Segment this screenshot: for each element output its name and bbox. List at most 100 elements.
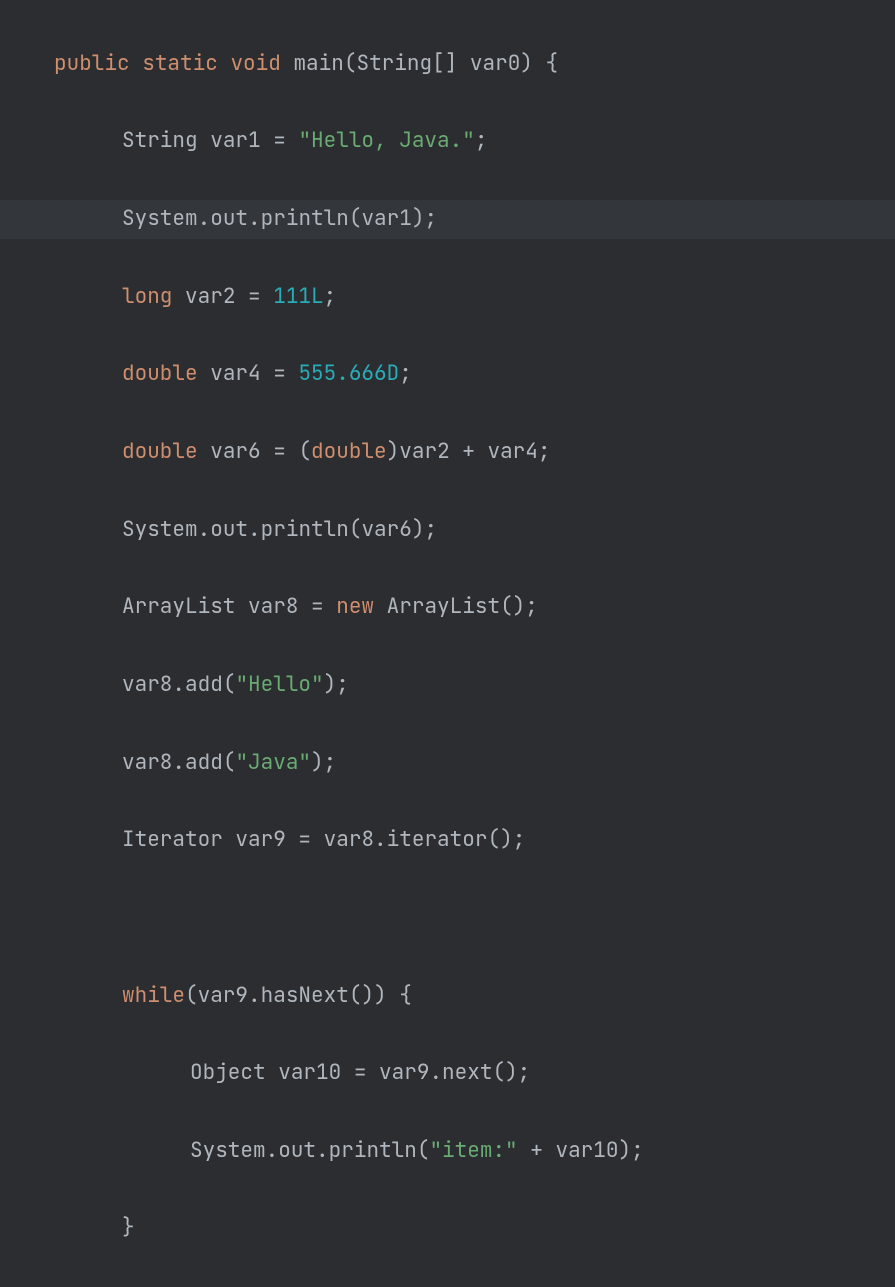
- code-line-6: double var6 = (double)var2 + var4;: [0, 433, 895, 472]
- dot: .: [266, 1137, 279, 1164]
- number-literal: 555.666D: [298, 360, 399, 387]
- method-call: println: [261, 205, 349, 232]
- method-call: println: [261, 516, 349, 543]
- variable: var8: [248, 593, 298, 620]
- code-line-11: Iterator var9 = var8.iterator();: [0, 821, 895, 860]
- paren: ): [387, 438, 400, 465]
- operator: =: [286, 826, 324, 853]
- keyword: double: [122, 438, 198, 465]
- code-line-1: public static void main(String[] var0) {: [0, 45, 895, 84]
- code-line-13: while(var9.hasNext()) {: [0, 977, 895, 1016]
- dot: .: [198, 516, 211, 543]
- dot: .: [248, 205, 261, 232]
- paren: (: [349, 982, 362, 1009]
- paren: ): [324, 671, 337, 698]
- brace: }: [122, 1214, 135, 1241]
- variable: var4: [487, 438, 537, 465]
- variable: var0: [470, 50, 520, 77]
- string-literal: "item:": [429, 1137, 517, 1164]
- code-line-9: var8.add("Hello");: [0, 666, 895, 705]
- operator: +: [518, 1137, 556, 1164]
- method-call: iterator: [387, 826, 488, 853]
- type: Object: [190, 1059, 266, 1086]
- method-call: next: [442, 1059, 492, 1086]
- code-line-3: System.out.println(var1);: [0, 200, 895, 239]
- dot: .: [429, 1059, 442, 1086]
- code-line-15: System.out.println("item:" + var10);: [0, 1132, 895, 1171]
- semicolon: ;: [475, 127, 488, 154]
- variable: var2: [185, 283, 235, 310]
- paren: ): [311, 749, 324, 776]
- class-ref: System: [122, 205, 198, 232]
- dot: .: [172, 671, 185, 698]
- semicolon: ;: [525, 593, 538, 620]
- argument: var1: [361, 205, 411, 232]
- field: out: [278, 1137, 316, 1164]
- paren: (: [492, 1059, 505, 1086]
- variable: var8: [122, 749, 172, 776]
- code-line-16: }: [0, 1209, 895, 1248]
- array-brackets: []: [432, 50, 470, 77]
- variable: var8: [324, 826, 374, 853]
- keyword: while: [122, 982, 185, 1009]
- paren: (: [223, 749, 236, 776]
- keyword: long: [122, 283, 172, 310]
- paren: (: [223, 671, 236, 698]
- code-line-14: Object var10 = var9.next();: [0, 1054, 895, 1093]
- keyword: static: [142, 50, 218, 77]
- paren: ): [500, 826, 513, 853]
- type: String: [356, 50, 432, 77]
- paren: (: [185, 982, 198, 1009]
- dot: .: [248, 516, 261, 543]
- paren: (: [417, 1137, 430, 1164]
- dot: .: [316, 1137, 329, 1164]
- method-call: hasNext: [261, 982, 349, 1009]
- paren: (: [487, 826, 500, 853]
- paren: ): [412, 205, 425, 232]
- method-call: println: [329, 1137, 417, 1164]
- paren: (: [344, 50, 357, 77]
- semicolon: ;: [336, 671, 349, 698]
- semicolon: ;: [518, 1059, 531, 1086]
- type: String: [122, 127, 198, 154]
- variable: var10: [278, 1059, 341, 1086]
- constructor: ArrayList: [387, 593, 500, 620]
- field: out: [210, 516, 248, 543]
- keyword: void: [230, 50, 280, 77]
- paren: (: [298, 438, 311, 465]
- paren: (: [500, 593, 513, 620]
- code-line-2: String var1 = "Hello, Java.";: [0, 122, 895, 161]
- operator: +: [450, 438, 488, 465]
- dot: .: [374, 826, 387, 853]
- keyword: new: [336, 593, 374, 620]
- paren: ): [513, 593, 526, 620]
- class-ref: System: [122, 516, 198, 543]
- operator: =: [235, 283, 273, 310]
- method-call: add: [185, 671, 223, 698]
- variable: var8: [122, 671, 172, 698]
- keyword: public: [54, 50, 130, 77]
- brace: {: [533, 50, 558, 77]
- variable: var9: [198, 982, 248, 1009]
- semicolon: ;: [424, 205, 437, 232]
- paren: ): [374, 982, 387, 1009]
- string-literal: "Hello, Java.": [298, 127, 474, 154]
- variable: var9: [379, 1059, 429, 1086]
- cast-type: double: [311, 438, 387, 465]
- code-line-10: var8.add("Java");: [0, 744, 895, 783]
- semicolon: ;: [399, 360, 412, 387]
- variable: var2: [399, 438, 449, 465]
- argument: var6: [361, 516, 411, 543]
- string-literal: "Java": [235, 749, 311, 776]
- semicolon: ;: [513, 826, 526, 853]
- dot: .: [172, 749, 185, 776]
- class-ref: System: [190, 1137, 266, 1164]
- dot: .: [248, 982, 261, 1009]
- method-call: add: [185, 749, 223, 776]
- code-line-7: System.out.println(var6);: [0, 511, 895, 550]
- variable: var9: [235, 826, 285, 853]
- code-line-4: long var2 = 111L;: [0, 278, 895, 317]
- paren: ): [520, 50, 533, 77]
- paren: (: [349, 516, 362, 543]
- method-name: main: [293, 50, 343, 77]
